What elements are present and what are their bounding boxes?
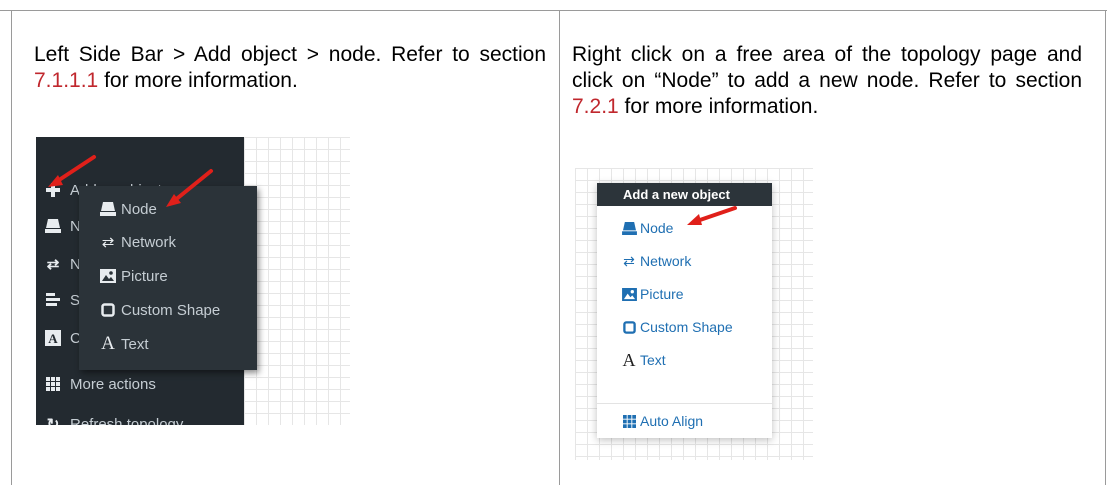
section-ref-link[interactable]: 7.2.1 [572,95,619,118]
red-arrows [48,155,213,207]
arrow-node [687,206,737,225]
right-text-before: Right click on a free area of the topolo… [572,43,1082,92]
left-cell-text: Left Side Bar > Add object > node. Refer… [34,42,546,94]
right-cell-text: Right click on a free area of the topolo… [572,42,1082,120]
section-ref-link[interactable]: 7.1.1.1 [34,69,98,92]
red-arrow [687,206,737,225]
table-border-top [0,10,1107,11]
left-text-before: Left Side Bar > Add object > node. Refer… [34,43,546,66]
table-border-middle [559,10,560,485]
right-text-after: for more information. [618,95,819,118]
arrow-node [166,169,213,207]
sidebar-screenshot: Add an object No ⇄ Ne Sta A Co [36,137,350,425]
context-menu-screenshot: Add a new object Node ⇄ Network Picture … [575,168,813,460]
left-text-after: for more information. [98,69,298,92]
table-border-left [11,10,12,485]
table-border-right [1105,10,1106,485]
arrow-add-object [48,155,96,187]
